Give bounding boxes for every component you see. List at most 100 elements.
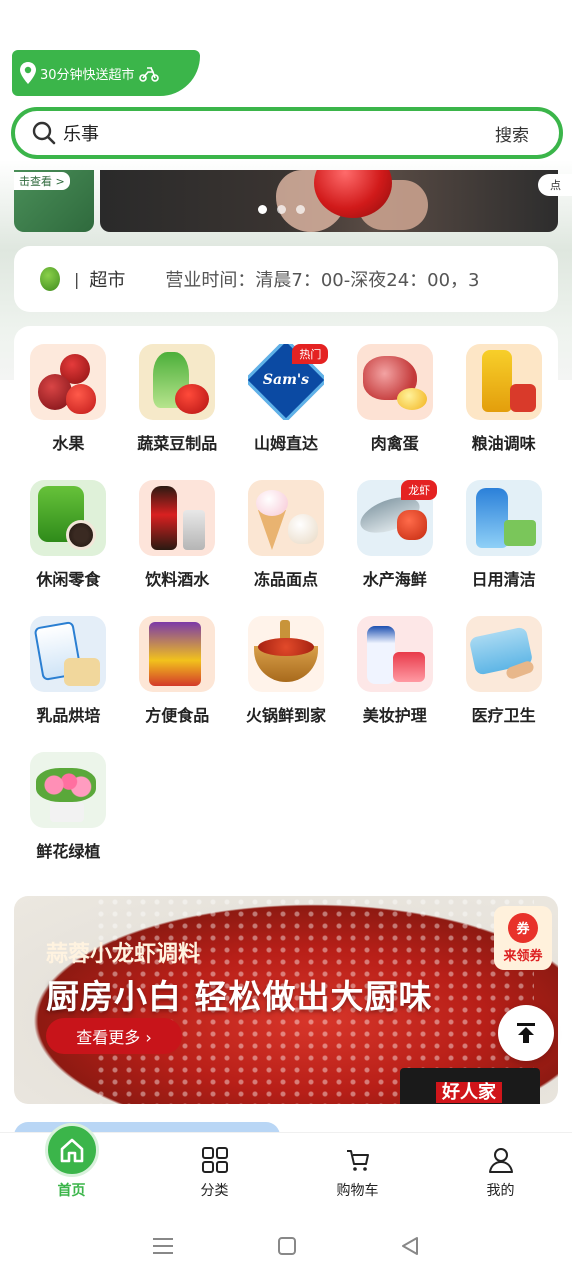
banner-dot (296, 205, 305, 214)
category-item-seafood[interactable]: 龙虾 水产海鲜 (340, 480, 449, 600)
daily-cleaning-icon (465, 480, 542, 556)
home-square-icon[interactable] (277, 1236, 297, 1256)
category-item-fruit[interactable]: 水果 (14, 344, 123, 464)
category-item-snack[interactable]: 休闲零食 (14, 480, 123, 600)
coupon-icon: 券 (508, 912, 538, 943)
promo-brand-logo: 好人家 (400, 1068, 540, 1104)
category-label: 水果 (52, 434, 85, 453)
banner-slide-prev[interactable]: 击查看 > (14, 170, 94, 232)
banner-slide-current[interactable] (100, 170, 558, 232)
search-icon (32, 121, 56, 145)
snack-icon (30, 480, 107, 556)
category-item-daily[interactable]: 日用清洁 (449, 480, 558, 600)
banner-dot (277, 205, 286, 214)
store-separator: | (74, 269, 80, 289)
menu-icon[interactable] (152, 1236, 174, 1256)
frozen-food-icon (247, 480, 324, 556)
category-item-sams[interactable]: 热门 Sam's 山姆直达 (232, 344, 341, 464)
banner-slide-next[interactable]: 点 (538, 174, 572, 196)
category-label: 美妆护理 (362, 706, 427, 725)
category-label: 火锅鲜到家 (245, 706, 326, 725)
banner-prev-tag: 击查看 > (14, 172, 70, 190)
banner-indicator (258, 205, 305, 214)
dairy-icon (30, 616, 107, 692)
category-item-meat[interactable]: 肉禽蛋 (340, 344, 449, 464)
store-logo-icon (40, 267, 60, 291)
bottom-tab-bar: 首页 分类 购物车 我的 (0, 1123, 572, 1212)
category-label: 休闲零食 (36, 570, 101, 589)
medical-icon (465, 616, 542, 692)
tab-cart[interactable]: 购物车 (286, 1133, 429, 1212)
back-triangle-icon[interactable] (400, 1236, 420, 1256)
delivery-tag-label: 30分钟快送超市 (40, 67, 135, 83)
category-item-dairy[interactable]: 乳品烘培 (14, 616, 123, 736)
category-item-flower[interactable]: 鲜花绿植 (14, 752, 123, 872)
tab-profile[interactable]: 我的 (429, 1133, 572, 1212)
category-label: 医疗卫生 (471, 706, 536, 725)
scooter-icon (138, 67, 159, 82)
location-pin-icon (20, 62, 36, 84)
store-name: 超市 (89, 270, 126, 291)
vegetable-icon (139, 344, 216, 420)
grid-icon (201, 1147, 228, 1173)
cart-icon (346, 1150, 369, 1171)
category-label: 粮油调味 (471, 434, 536, 453)
hotpot-icon (247, 616, 324, 692)
promo-banner[interactable]: 蒜蓉小龙虾调料 厨房小白 轻松做出大厨味 查看更多 › 券 来领券 好人家 (14, 896, 558, 1104)
category-panel: 水果 蔬菜豆制品 热门 Sam's 山姆直达 肉禽蛋 粮油调味 休闲零食 饮料酒… (14, 326, 558, 882)
user-icon (488, 1148, 513, 1173)
fruit-icon (30, 344, 107, 420)
meat-icon (356, 344, 433, 420)
category-label: 乳品烘培 (36, 706, 101, 725)
search-bar[interactable]: 乐事 搜索 (11, 107, 563, 159)
promo-brand-text: 好人家 (436, 1082, 502, 1103)
category-item-vegetable[interactable]: 蔬菜豆制品 (123, 344, 232, 464)
store-hours: 营业时间：清晨7：00-深夜24：00，3 (165, 270, 480, 291)
category-grid: 水果 蔬菜豆制品 热门 Sam's 山姆直达 肉禽蛋 粮油调味 休闲零食 饮料酒… (14, 344, 558, 872)
category-item-beauty[interactable]: 美妆护理 (340, 616, 449, 736)
home-icon (44, 1123, 99, 1177)
category-item-medical[interactable]: 医疗卫生 (449, 616, 558, 736)
flower-icon (30, 752, 107, 828)
tab-label: 我的 (486, 1183, 515, 1199)
category-label: 方便食品 (145, 706, 210, 725)
drink-icon (139, 480, 216, 556)
banner-next-tag: 点 (550, 179, 561, 192)
promo-subtitle: 蒜蓉小龙虾调料 (46, 942, 201, 967)
category-label: 水产海鲜 (362, 570, 427, 589)
search-button[interactable]: 搜索 (495, 121, 529, 146)
category-label: 山姆直达 (253, 434, 318, 453)
sams-logo-text: Sam's (262, 372, 310, 388)
banner-dot (258, 205, 267, 214)
category-item-hotpot[interactable]: 火锅鲜到家 (232, 616, 341, 736)
coupon-button[interactable]: 券 来领券 (494, 906, 552, 970)
category-label: 蔬菜豆制品 (137, 434, 218, 453)
category-item-drink[interactable]: 饮料酒水 (123, 480, 232, 600)
beauty-icon (356, 616, 433, 692)
category-label: 冻品面点 (253, 570, 318, 589)
search-input[interactable]: 乐事 (63, 120, 495, 146)
promo-more-button[interactable]: 查看更多 › (46, 1018, 182, 1054)
tab-label: 分类 (200, 1183, 229, 1199)
system-nav-bar (0, 1212, 572, 1280)
category-label: 饮料酒水 (145, 570, 210, 589)
grain-oil-icon (465, 344, 542, 420)
tab-label: 首页 (57, 1183, 86, 1199)
promo-title: 厨房小白 轻松做出大厨味 (46, 977, 433, 1016)
category-item-grain-oil[interactable]: 粮油调味 (449, 344, 558, 464)
coupon-label: 来领券 (503, 948, 543, 964)
category-label: 鲜花绿植 (36, 842, 101, 861)
category-item-instant[interactable]: 方便食品 (123, 616, 232, 736)
lobster-badge: 龙虾 (401, 480, 438, 500)
store-info-card[interactable]: | 超市 营业时间：清晨7：00-深夜24：00，3 (14, 246, 558, 312)
category-label: 肉禽蛋 (370, 434, 419, 453)
tab-category[interactable]: 分类 (143, 1133, 286, 1212)
instant-food-icon (139, 616, 216, 692)
category-label: 日用清洁 (471, 570, 536, 589)
tab-home[interactable]: 首页 (0, 1123, 143, 1212)
delivery-tag[interactable]: 30分钟快送超市 (12, 50, 200, 96)
back-to-top-button[interactable] (498, 1005, 554, 1061)
hot-badge: 热门 (292, 344, 329, 364)
banner-carousel[interactable]: 击查看 > 点 (0, 170, 572, 232)
category-item-frozen[interactable]: 冻品面点 (232, 480, 341, 600)
